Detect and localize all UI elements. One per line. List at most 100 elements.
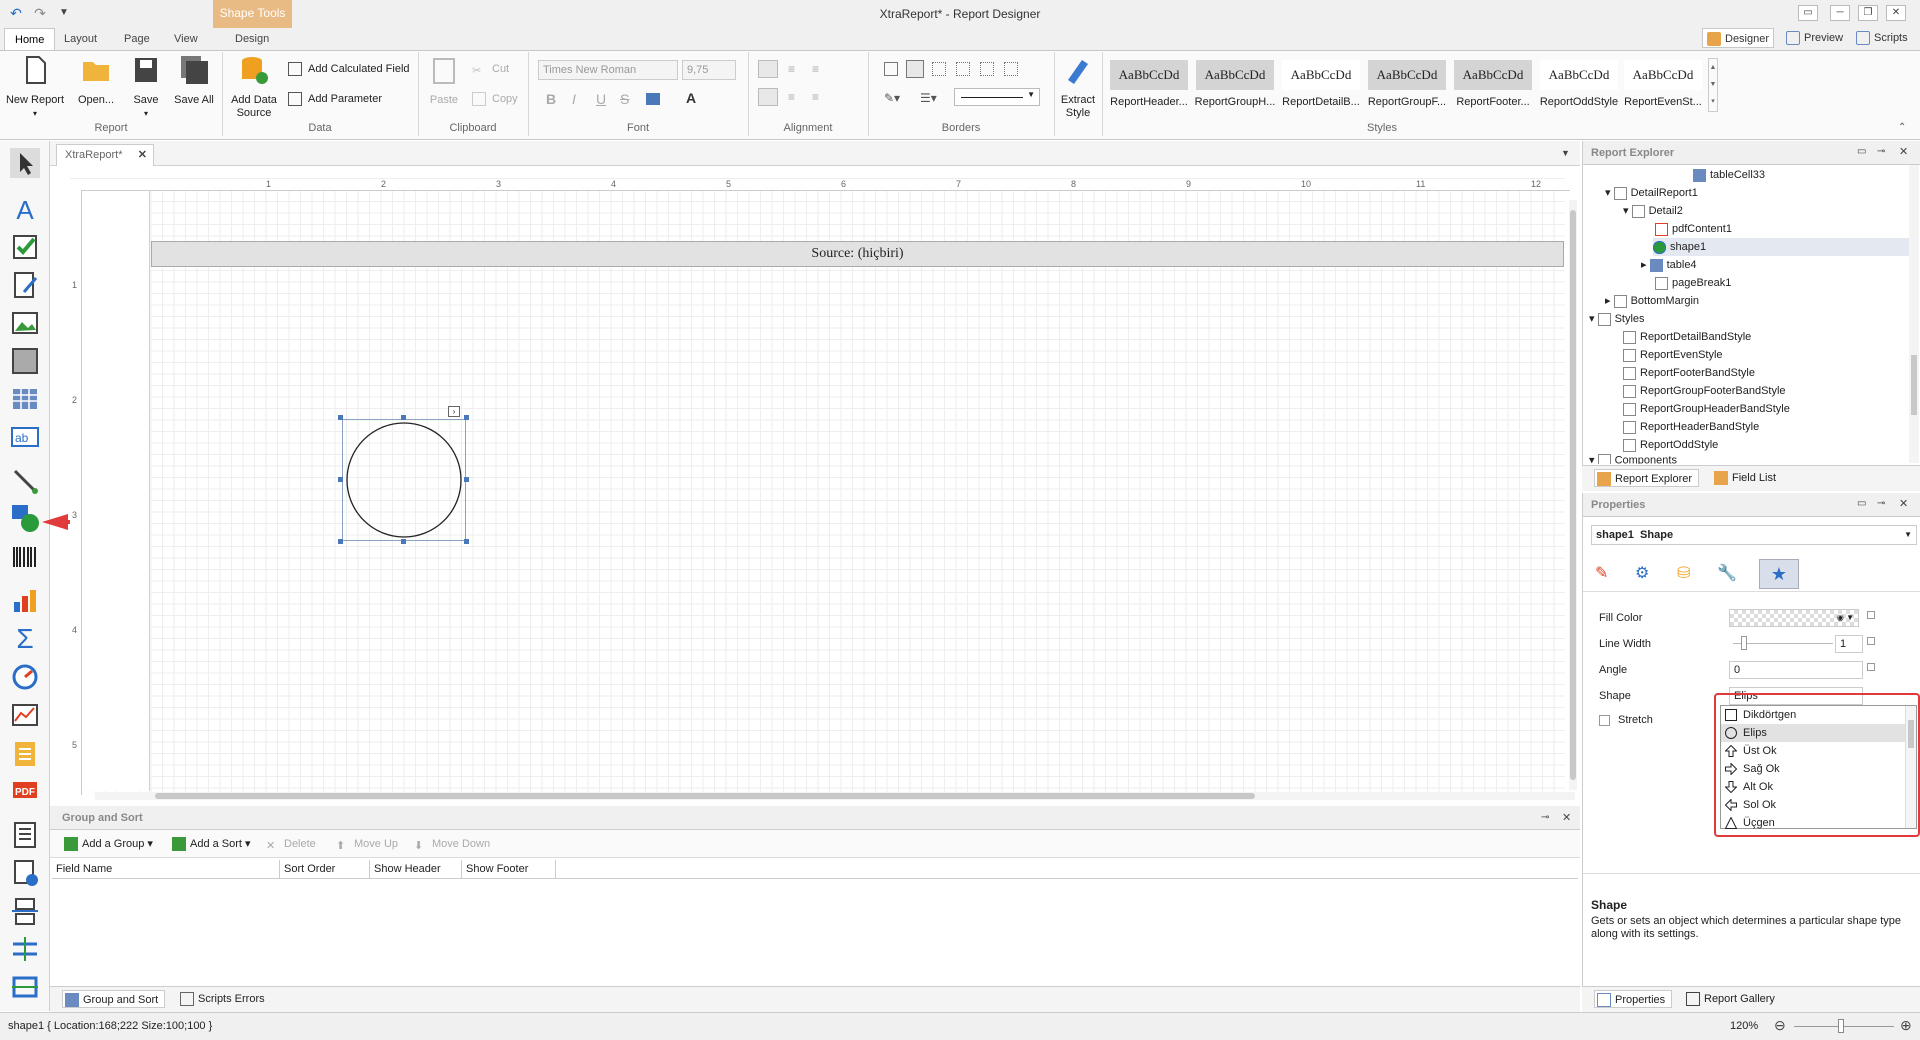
tree-item-style[interactable]: ReportFooterBandStyle bbox=[1623, 364, 1913, 382]
column-header-field-name[interactable]: Field Name bbox=[52, 860, 280, 878]
description-splitter[interactable] bbox=[1583, 873, 1920, 874]
summary-tool-icon[interactable]: Σ bbox=[10, 624, 40, 654]
copy-button[interactable]: Copy bbox=[470, 90, 518, 108]
add-data-source-button[interactable]: Add Data Source bbox=[226, 54, 282, 120]
preview-button[interactable]: Preview bbox=[1782, 28, 1847, 48]
tree-item-pagebreak1[interactable]: pageBreak1 bbox=[1655, 274, 1915, 292]
tree-item-style[interactable]: ReportEvenStyle bbox=[1623, 346, 1913, 364]
horizontal-scrollbar[interactable] bbox=[95, 792, 1575, 800]
designer-button[interactable]: Designer bbox=[1702, 28, 1775, 48]
page-break-tool-icon[interactable] bbox=[10, 896, 40, 926]
panel-tool-icon[interactable] bbox=[10, 346, 40, 376]
maximize-panel-icon[interactable]: ▭ bbox=[1857, 146, 1866, 157]
add-group-button[interactable]: Add a Group ▾ bbox=[64, 835, 153, 853]
pointer-tool-icon[interactable] bbox=[10, 148, 40, 178]
tree-item-detailreport1[interactable]: ▾ DetailReport1 bbox=[1605, 184, 1905, 202]
subreport-tool-icon[interactable] bbox=[10, 738, 40, 768]
zoom-in-icon[interactable]: ⊕ bbox=[1900, 1017, 1912, 1034]
style-gallery-item-report-header[interactable]: AaBbCcDd bbox=[1110, 60, 1188, 90]
tree-scrollbar[interactable] bbox=[1909, 165, 1919, 463]
align-top-center-icon[interactable]: ≡ bbox=[788, 62, 795, 76]
tab-report-explorer[interactable]: Report Explorer bbox=[1594, 469, 1700, 487]
align-center-icon[interactable]: ≡ bbox=[788, 90, 795, 104]
sparkline-tool-icon[interactable] bbox=[10, 700, 40, 730]
cross-band-box-tool-icon[interactable] bbox=[10, 972, 40, 1002]
tree-item-style[interactable]: ReportHeaderBandStyle bbox=[1623, 418, 1913, 436]
top-border-icon[interactable] bbox=[932, 62, 946, 76]
open-button[interactable]: Open... bbox=[70, 54, 122, 107]
save-all-button[interactable]: Save All bbox=[170, 54, 218, 107]
resize-handle[interactable] bbox=[401, 539, 406, 544]
favorites-category-icon[interactable]: ★ bbox=[1759, 559, 1799, 589]
right-border-icon[interactable] bbox=[956, 62, 970, 76]
minimize-button[interactable]: ─ bbox=[1830, 5, 1850, 21]
tree-item-tablecell33[interactable]: tableCell33 bbox=[1693, 166, 1913, 184]
close-panel-icon[interactable]: ✕ bbox=[1899, 145, 1908, 158]
tree-item-detail2[interactable]: ▾ Detail2 bbox=[1623, 202, 1913, 220]
tree-item-style[interactable]: ReportDetailBandStyle bbox=[1623, 328, 1913, 346]
style-gallery-item-report-detail[interactable]: AaBbCcDd bbox=[1282, 60, 1360, 90]
bottom-border-icon[interactable] bbox=[980, 62, 994, 76]
font-family-select[interactable]: Times New Roman bbox=[538, 60, 678, 80]
resize-handle[interactable] bbox=[401, 415, 406, 420]
tree-item-style[interactable]: ReportGroupHeaderBandStyle bbox=[1623, 400, 1913, 418]
tree-item-styles[interactable]: ▾ Styles bbox=[1589, 310, 1909, 328]
style-gallery-item-report-group-footer[interactable]: AaBbCcDd bbox=[1368, 60, 1446, 90]
style-gallery-item-report-footer[interactable]: AaBbCcDd bbox=[1454, 60, 1532, 90]
shape1-selection[interactable] bbox=[342, 419, 466, 541]
style-gallery-item-report-odd[interactable]: AaBbCcDd bbox=[1540, 60, 1618, 90]
reset-property-icon[interactable] bbox=[1867, 637, 1875, 645]
label-tool-icon[interactable]: A bbox=[10, 195, 40, 225]
shape-tool-icon[interactable] bbox=[10, 503, 40, 533]
border-dash-style-select[interactable]: ▼ bbox=[954, 88, 1040, 106]
page-info-tool-icon[interactable] bbox=[10, 858, 40, 888]
all-borders-icon[interactable] bbox=[906, 60, 924, 78]
resize-handle[interactable] bbox=[338, 477, 343, 482]
data-category-icon[interactable]: ⛁ bbox=[1677, 563, 1699, 585]
border-color-icon[interactable]: ✎▾ bbox=[884, 91, 900, 105]
save-button[interactable]: Save ▾ bbox=[126, 54, 166, 120]
align-top-right-icon[interactable]: ≡ bbox=[812, 62, 819, 76]
pin-icon[interactable]: ⊸ bbox=[1541, 812, 1549, 823]
resize-handle[interactable] bbox=[464, 477, 469, 482]
align-top-left-icon[interactable] bbox=[758, 60, 778, 78]
style-gallery-item-report-group-header[interactable]: AaBbCcDd bbox=[1196, 60, 1274, 90]
no-borders-icon[interactable] bbox=[884, 62, 898, 76]
add-sort-button[interactable]: Add a Sort ▾ bbox=[172, 835, 251, 853]
resize-handle[interactable] bbox=[464, 415, 469, 420]
tree-item-table4[interactable]: ▸ table4 bbox=[1641, 256, 1911, 274]
cross-band-line-tool-icon[interactable] bbox=[10, 934, 40, 964]
gauge-tool-icon[interactable] bbox=[10, 662, 40, 692]
italic-icon[interactable]: I bbox=[572, 91, 576, 107]
character-comb-tool-icon[interactable]: ab bbox=[10, 422, 40, 452]
tree-item-bottommargin[interactable]: ▸ BottomMargin bbox=[1605, 292, 1905, 310]
reset-property-icon[interactable] bbox=[1867, 663, 1875, 671]
tab-scripts-errors[interactable]: Scripts Errors bbox=[178, 990, 265, 1008]
scripts-button[interactable]: Scripts bbox=[1852, 28, 1912, 48]
tab-home[interactable]: Home bbox=[4, 28, 56, 50]
vertical-scrollbar[interactable] bbox=[1569, 200, 1577, 790]
line-width-slider-thumb[interactable] bbox=[1741, 636, 1747, 650]
pin-panel-icon[interactable]: ⊸ bbox=[1877, 146, 1885, 157]
line-width-slider[interactable] bbox=[1733, 643, 1833, 644]
extract-style-button[interactable]: Extract Style bbox=[1056, 54, 1100, 120]
add-parameter-button[interactable]: Add Parameter bbox=[286, 90, 382, 108]
barcode-tool-icon[interactable] bbox=[10, 542, 40, 572]
border-width-icon[interactable]: ☰▾ bbox=[920, 91, 937, 105]
zoom-slider-thumb[interactable] bbox=[1838, 1019, 1844, 1033]
source-label-control[interactable]: Source: (hiçbiri) bbox=[151, 241, 1564, 267]
tree-item-style[interactable]: ReportOddStyle bbox=[1623, 436, 1913, 454]
angle-input[interactable]: 0 bbox=[1729, 661, 1863, 679]
smart-tag-icon[interactable]: › bbox=[448, 406, 460, 417]
table-of-contents-tool-icon[interactable] bbox=[10, 820, 40, 850]
paste-button[interactable]: Paste bbox=[424, 54, 464, 107]
fill-color-input[interactable]: ◉ ▼ bbox=[1729, 609, 1859, 627]
zoom-slider[interactable] bbox=[1794, 1026, 1894, 1027]
delete-button[interactable]: ✕ Delete bbox=[266, 835, 316, 853]
strikethrough-icon[interactable]: S bbox=[620, 91, 629, 107]
tab-group-and-sort[interactable]: Group and Sort bbox=[62, 990, 166, 1008]
close-panel-icon[interactable]: ✕ bbox=[1562, 811, 1571, 824]
tree-item-shape1[interactable]: shape1 bbox=[1653, 238, 1915, 256]
tab-page[interactable]: Page bbox=[114, 28, 160, 50]
close-panel-icon[interactable]: ✕ bbox=[1899, 497, 1908, 510]
